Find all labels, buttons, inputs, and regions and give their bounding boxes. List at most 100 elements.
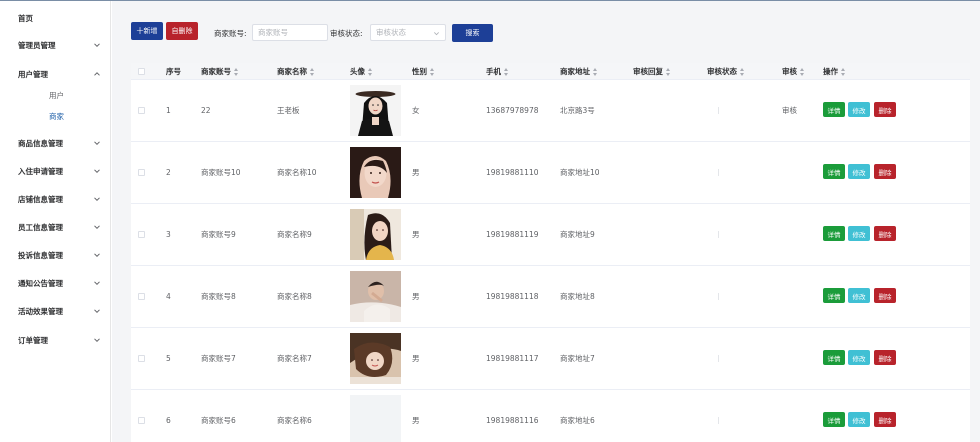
chevron-up-icon	[93, 70, 101, 78]
menu-activity-label: 活动效果管理	[18, 306, 63, 316]
cell-address: 商家地址9	[560, 230, 595, 239]
header-avatar[interactable]: 头像	[350, 63, 373, 80]
menu-user-label: 用户管理	[18, 69, 48, 79]
account-search-input[interactable]: 商家账号	[252, 24, 328, 41]
avatar	[350, 395, 401, 442]
detail-button[interactable]: 详情	[823, 164, 845, 179]
header-status[interactable]: 审核状态	[707, 63, 745, 80]
row-checkbox[interactable]	[138, 417, 145, 424]
detail-button[interactable]: 详情	[823, 226, 845, 241]
sort-icon[interactable]	[430, 67, 435, 76]
cell-address: 北京路3号	[560, 106, 595, 115]
menu-checkin-label: 入住申请管理	[18, 166, 63, 176]
status-select[interactable]: 审核状态	[370, 24, 446, 41]
row-checkbox[interactable]	[138, 169, 145, 176]
merchant-table: 序号 商家账号 商家名称 头像 性别 手机 商家地址 审核回复 审核状态 审核 …	[131, 63, 970, 442]
menu-admin-management[interactable]: 管理员管理	[0, 35, 111, 55]
menu-home[interactable]: 首页	[0, 8, 111, 28]
delete-button[interactable]: 自删除	[166, 22, 198, 40]
cell-name: 王老板	[277, 106, 300, 115]
header-audit[interactable]: 审核	[782, 63, 805, 80]
sort-icon[interactable]	[800, 67, 805, 76]
row-checkbox[interactable]	[138, 293, 145, 300]
menu-staff-label: 员工信息管理	[18, 222, 63, 232]
row-delete-button[interactable]: 删除	[874, 288, 896, 303]
header-ops[interactable]: 操作	[823, 63, 846, 80]
menu-checkin-application[interactable]: 入住申请管理	[0, 161, 111, 181]
table-row[interactable]: 6 商家账号6 商家名称6 男 19819881116 商家地址6 详情 修改 …	[131, 390, 970, 442]
row-checkbox[interactable]	[138, 231, 145, 238]
sort-icon[interactable]	[841, 67, 846, 76]
avatar	[350, 147, 401, 198]
header-audit-label: 审核	[782, 67, 797, 76]
cell-gender: 男	[412, 168, 420, 177]
row-delete-button[interactable]: 删除	[874, 226, 896, 241]
sidebar: 首页 管理员管理 用户管理 用户 商家 商品信息管理 入住申请管理 店铺信息管理…	[0, 1, 111, 442]
detail-button[interactable]: 详情	[823, 288, 845, 303]
detail-button[interactable]: 详情	[823, 102, 845, 117]
header-address[interactable]: 商家地址	[560, 63, 598, 80]
menu-store-management[interactable]: 店铺信息管理	[0, 189, 111, 209]
menu-activity-management[interactable]: 活动效果管理	[0, 301, 111, 321]
header-name[interactable]: 商家名称	[277, 63, 315, 80]
search-button[interactable]: 搜索	[452, 24, 493, 42]
submenu-merchants[interactable]: 商家	[0, 108, 111, 124]
row-checkbox[interactable]	[138, 355, 145, 362]
header-name-label: 商家名称	[277, 67, 307, 76]
menu-order-management[interactable]: 订单管理	[0, 330, 111, 350]
edit-button[interactable]: 修改	[848, 288, 870, 303]
chevron-down-icon	[93, 251, 101, 259]
menu-product-management[interactable]: 商品信息管理	[0, 133, 111, 153]
header-reply[interactable]: 审核回复	[633, 63, 671, 80]
row-checkbox[interactable]	[138, 107, 145, 114]
detail-button[interactable]: 详情	[823, 412, 845, 427]
edit-button[interactable]: 修改	[848, 102, 870, 117]
menu-complaint-management[interactable]: 投诉信息管理	[0, 245, 111, 265]
cell-address: 商家地址7	[560, 354, 595, 363]
cell-account: 商家账号9	[201, 230, 236, 239]
sort-icon[interactable]	[310, 67, 315, 76]
cell-name: 商家名称7	[277, 354, 312, 363]
edit-button[interactable]: 修改	[848, 412, 870, 427]
row-delete-button[interactable]: 删除	[874, 102, 896, 117]
menu-notice-management[interactable]: 通知公告管理	[0, 273, 111, 293]
detail-button[interactable]: 详情	[823, 350, 845, 365]
cell-address: 商家地址6	[560, 416, 595, 425]
table-row[interactable]: 5 商家账号7 商家名称7 男 19819881117 商家地址7 详情 修改 …	[131, 328, 970, 390]
menu-user-management[interactable]: 用户管理	[0, 64, 111, 84]
select-all-checkbox[interactable]	[138, 68, 145, 75]
audit-link[interactable]: 审核	[782, 80, 797, 141]
header-gender[interactable]: 性别	[412, 63, 435, 80]
header-phone[interactable]: 手机	[486, 63, 509, 80]
sort-icon[interactable]	[504, 67, 509, 76]
menu-staff-management[interactable]: 员工信息管理	[0, 217, 111, 237]
edit-button[interactable]: 修改	[848, 164, 870, 179]
submenu-users[interactable]: 用户	[0, 87, 111, 103]
header-ops-label: 操作	[823, 67, 838, 76]
cell-name: 商家名称9	[277, 230, 312, 239]
table-row[interactable]: 1 22 王老板 女 13687978978 北京路3号 审核 详情 修改 删除	[131, 80, 970, 142]
add-button[interactable]: 十新增	[131, 22, 163, 40]
edit-button[interactable]: 修改	[848, 350, 870, 365]
row-delete-button[interactable]: 删除	[874, 350, 896, 365]
avatar	[350, 333, 401, 384]
sort-icon[interactable]	[368, 67, 373, 76]
sort-icon[interactable]	[593, 67, 598, 76]
row-delete-button[interactable]: 删除	[874, 412, 896, 427]
chevron-down-icon	[93, 279, 101, 287]
cell-account: 商家账号8	[201, 292, 236, 301]
row-delete-button[interactable]: 删除	[874, 164, 896, 179]
chevron-down-icon	[93, 167, 101, 175]
cell-phone: 19819881119	[486, 230, 539, 239]
sort-icon[interactable]	[740, 67, 745, 76]
edit-button[interactable]: 修改	[848, 226, 870, 241]
menu-notice-label: 通知公告管理	[18, 278, 63, 288]
sort-icon[interactable]	[234, 67, 239, 76]
table-row[interactable]: 3 商家账号9 商家名称9 男 19819881119 商家地址9 详情 修改	[131, 204, 970, 266]
table-row[interactable]: 4 商家账号8 商家名称8 男 19819881118 商家地址8 详情 修改	[131, 266, 970, 328]
cell-account: 商家账号10	[201, 168, 241, 177]
cell-gender: 男	[412, 354, 420, 363]
sort-icon[interactable]	[666, 67, 671, 76]
table-row[interactable]: 2 商家账号10 商家名称10 男 19819881110 商家地址10 详情 …	[131, 142, 970, 204]
header-account[interactable]: 商家账号	[201, 63, 239, 80]
